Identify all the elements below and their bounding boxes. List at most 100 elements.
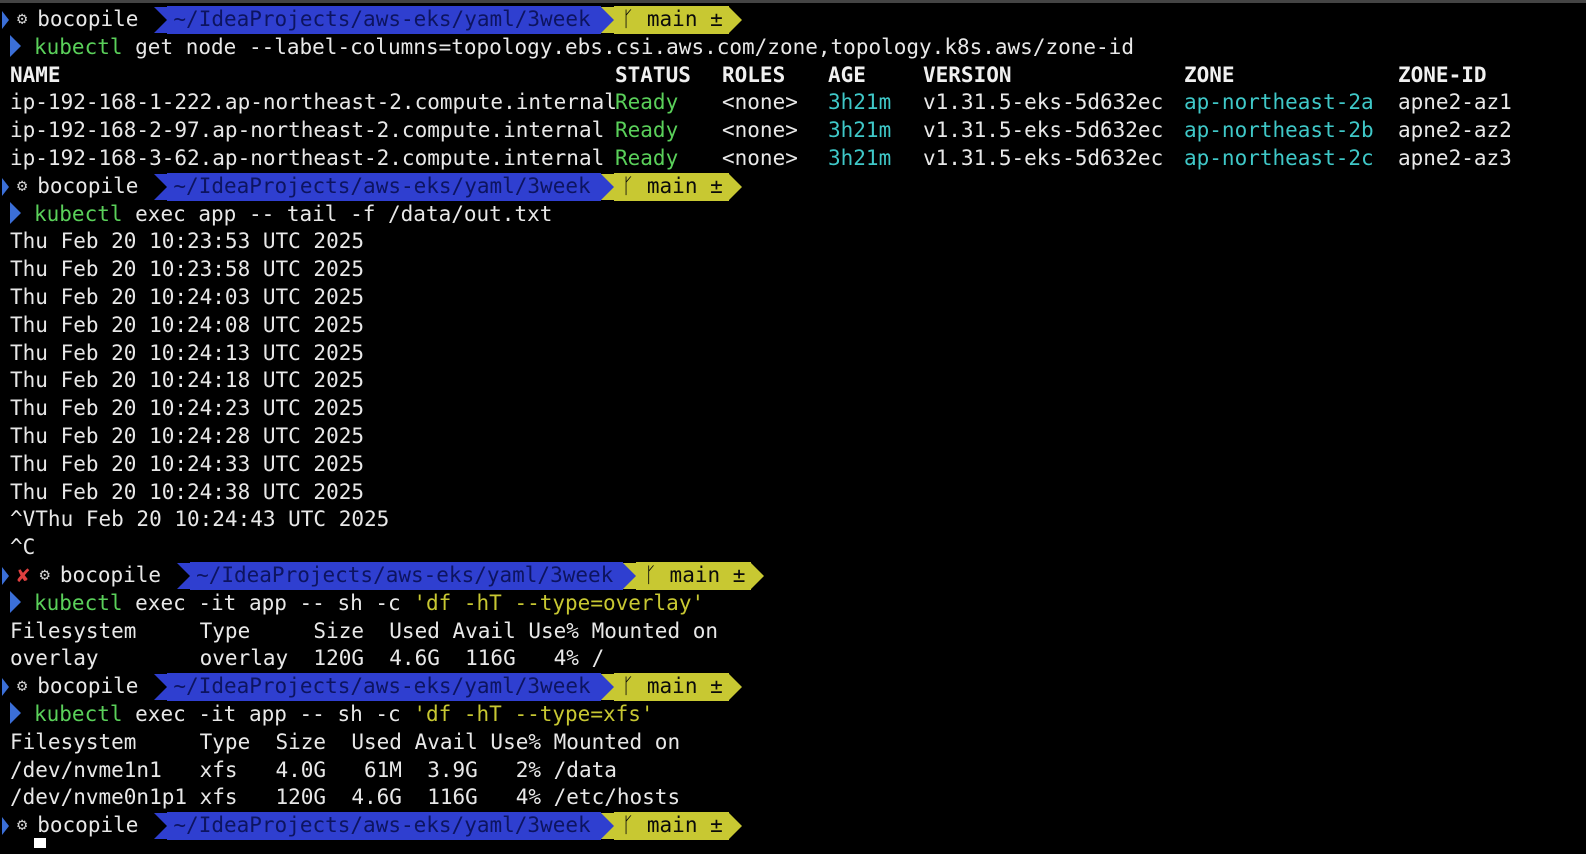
output-line: Thu Feb 20 10:24:13 UTC 2025 [10,340,365,365]
powerline-separator-icon [154,6,168,33]
shell-prompt: ⚙ bocopile ~/IdeaProjects/aws-eks/yaml/3… [0,812,1586,840]
column-header: VERSION [923,62,1012,87]
output-line: Thu Feb 20 10:23:53 UTC 2025 [10,229,365,254]
column-header: ZONE-ID [1398,62,1487,87]
command-binary: kubectl [34,701,123,726]
node-name: ip-192-168-2-97.ap-northeast-2.compute.i… [10,118,605,143]
command-binary: kubectl [34,34,123,59]
prompt-path: ~/IdeaProjects/aws-eks/yaml/3week [167,6,601,34]
prompt-user-segment: ✘ ⚙ bocopile [17,562,177,590]
node-version: v1.31.5-eks-5d632ec [923,90,1164,115]
output-line: Thu Feb 20 10:24:03 UTC 2025 [10,284,365,309]
git-branch: main ± [646,7,723,31]
gear-icon: ⚙ [17,676,28,697]
node-name: ip-192-168-1-222.ap-northeast-2.compute.… [10,90,617,115]
output-line: Thu Feb 20 10:24:23 UTC 2025 [10,396,365,421]
output-line: /dev/nvme0n1p1 xfs 120G 4.6G 116G 4% /et… [10,785,681,810]
prompt-path: ~/IdeaProjects/aws-eks/yaml/3week [167,812,601,840]
output-line: Thu Feb 20 10:24:28 UTC 2025 [10,423,365,448]
node-age: 3h21m [828,145,892,170]
prompt-start-icon [2,177,9,196]
command-string-arg: 'df -hT --type=xfs' [413,701,654,726]
prompt-user: bocopile [37,173,139,198]
command-prompt-icon [10,34,21,57]
git-branch-icon: ᚴ [621,674,647,699]
terminal-cursor[interactable] [34,838,46,848]
node-status: Ready [615,145,679,170]
prompt-path: ~/IdeaProjects/aws-eks/yaml/3week [190,561,624,590]
command-args: exec app -- tail -f /data/out.txt [122,201,553,226]
powerline-separator-icon [600,813,614,839]
powerline-separator-icon [600,6,614,33]
shell-prompt: ⚙ bocopile ~/IdeaProjects/aws-eks/yaml/3… [0,172,1586,201]
git-branch-icon: ᚴ [621,813,647,838]
prompt-user-segment: ⚙ bocopile [17,673,154,701]
command-prompt-icon [10,201,21,224]
powerline-separator-icon [154,674,168,701]
powerline-separator-icon [751,562,765,589]
output-line: overlay overlay 120G 4.6G 116G 4% / [10,646,605,671]
gear-icon: ⚙ [17,815,28,836]
powerline-separator-icon [728,6,742,33]
prompt-user-segment: ⚙ bocopile [17,173,154,201]
prompt-user: bocopile [59,562,162,587]
prompt-start-icon [2,817,9,835]
output-line: Thu Feb 20 10:24:33 UTC 2025 [10,451,365,476]
prompt-git-segment: ᚴ main ± [613,6,729,34]
node-version: v1.31.5-eks-5d632ec [923,145,1164,170]
powerline-separator-icon [154,173,168,200]
command-args: exec -it app -- sh -c [122,590,414,615]
node-zone-id: apne2-az3 [1398,145,1512,170]
output-line: ^VThu Feb 20 10:24:43 UTC 2025 [10,507,390,532]
command-binary: kubectl [34,590,123,615]
powerline-separator-icon [728,813,742,839]
command-line: kubectl exec -it app -- sh -c 'df -hT --… [0,701,1586,729]
table-header-row: NAME STATUS ROLES AGE VERSION ZONE ZONE-… [0,62,1586,90]
prompt-user: bocopile [37,813,139,838]
git-branch-icon: ᚴ [621,173,647,198]
node-version: v1.31.5-eks-5d632ec [923,118,1164,143]
node-roles: <none> [722,145,798,170]
column-header: AGE [828,62,866,87]
powerline-separator-icon [728,173,742,200]
node-zone: ap-northeast-2c [1184,145,1374,170]
terminal-output[interactable]: ⚙ bocopile ~/IdeaProjects/aws-eks/yaml/3… [0,6,1586,840]
table-row: ip-192-168-2-97.ap-northeast-2.compute.i… [0,117,1586,145]
powerline-separator-icon [177,562,191,589]
shell-prompt: ⚙ bocopile ~/IdeaProjects/aws-eks/yaml/3… [0,6,1586,34]
node-roles: <none> [722,118,798,143]
prompt-git-segment: ᚴ main ± [613,673,729,701]
output-line: Filesystem Type Size Used Avail Use% Mou… [10,618,719,643]
prompt-git-segment: ᚴ main ± [613,812,729,840]
output-line: Thu Feb 20 10:24:08 UTC 2025 [10,312,365,337]
node-status: Ready [615,90,679,115]
command-args: get node --label-columns=topology.ebs.cs… [122,34,1134,59]
gear-icon: ⚙ [39,564,50,585]
output-line: Thu Feb 20 10:24:38 UTC 2025 [10,479,365,504]
output-line: Thu Feb 20 10:23:58 UTC 2025 [10,257,365,282]
node-roles: <none> [722,90,798,115]
prompt-start-icon [2,566,9,585]
prompt-path: ~/IdeaProjects/aws-eks/yaml/3week [167,172,601,201]
command-prompt-icon [10,590,21,613]
gear-icon: ⚙ [17,175,28,196]
powerline-separator-icon [728,674,742,701]
shell-prompt: ✘ ⚙ bocopile ~/IdeaProjects/aws-eks/yaml… [0,561,1586,590]
node-name: ip-192-168-3-62.ap-northeast-2.compute.i… [10,145,605,170]
node-zone-id: apne2-az1 [1398,90,1512,115]
prompt-user: bocopile [37,674,139,699]
column-header: ROLES [722,62,786,87]
node-zone: ap-northeast-2a [1184,90,1374,115]
output-line: Thu Feb 20 10:24:18 UTC 2025 [10,368,365,393]
command-args: exec -it app -- sh -c [122,701,414,726]
command-binary: kubectl [34,201,123,226]
shell-prompt: ⚙ bocopile ~/IdeaProjects/aws-eks/yaml/3… [0,673,1586,701]
command-line: kubectl get node --label-columns=topolog… [0,34,1586,62]
window-top-border [0,0,1586,3]
gear-icon: ⚙ [17,9,28,29]
powerline-separator-icon [154,813,168,839]
column-header: NAME [10,62,61,87]
git-branch: main ± [646,674,723,699]
command-line: kubectl exec -it app -- sh -c 'df -hT --… [0,590,1586,618]
error-status-icon: ✘ [17,562,30,587]
